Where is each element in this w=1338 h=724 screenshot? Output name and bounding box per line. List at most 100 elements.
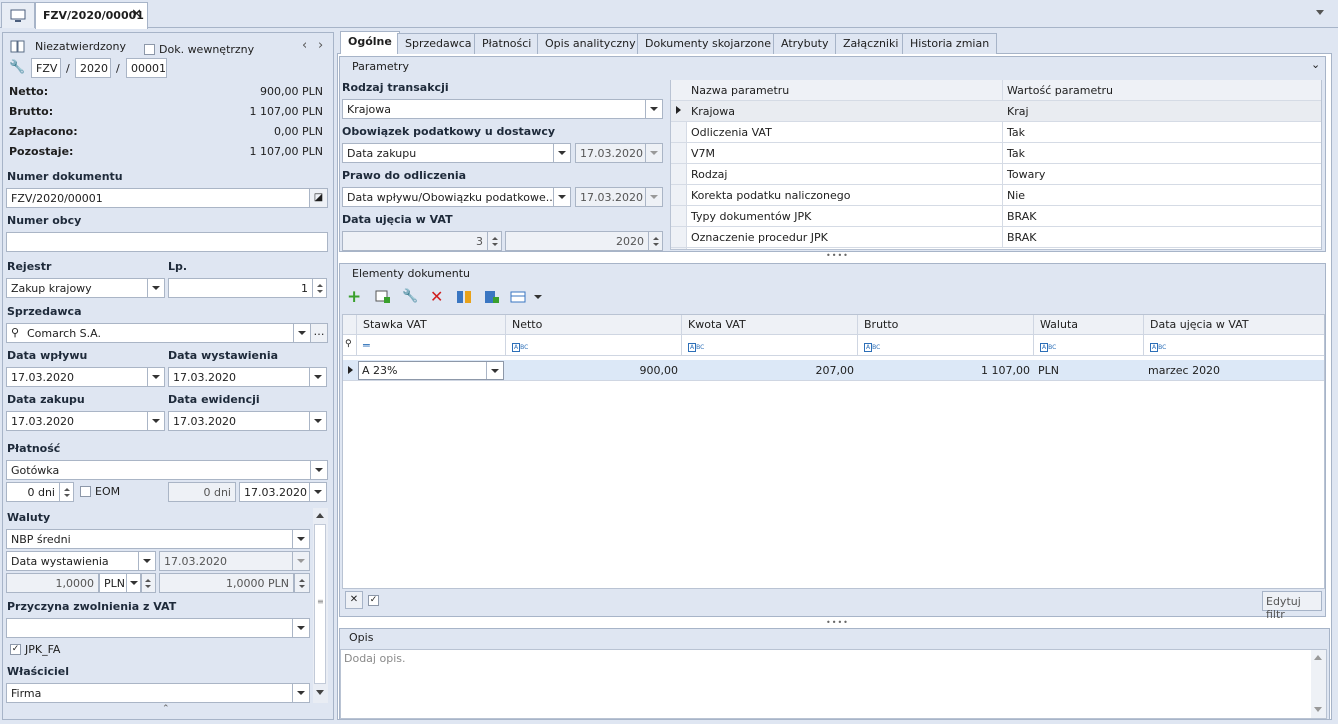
scroll-up-arrow-icon[interactable]: [316, 513, 324, 518]
table-row[interactable]: Krajowa Kraj: [671, 101, 1321, 122]
chevron-down-icon[interactable]: [553, 188, 570, 206]
delete-icon[interactable]: ✕: [430, 287, 443, 306]
import-icon[interactable]: [484, 290, 500, 304]
splitter-handle[interactable]: ••••: [826, 251, 849, 260]
table-row[interactable]: V7M Tak: [671, 143, 1321, 164]
col-vat-date[interactable]: Data ujęcia w VAT: [1144, 315, 1324, 335]
col-vat-rate[interactable]: Stawka VAT: [357, 315, 506, 335]
jpk-checkbox[interactable]: ✓: [10, 644, 21, 655]
chevron-down-icon[interactable]: [292, 684, 309, 702]
desc-scrollbar[interactable]: [1311, 650, 1326, 718]
record-date-input[interactable]: 17.03.2020: [168, 411, 327, 431]
doc-prefix-field[interactable]: FZV: [31, 58, 61, 78]
scroll-down-arrow-icon[interactable]: [1314, 707, 1322, 712]
next-doc-button[interactable]: ›: [318, 38, 323, 53]
chevron-down-icon[interactable]: [553, 144, 570, 162]
chevron-down-icon[interactable]: [147, 279, 164, 297]
edit-wrench-icon[interactable]: 🔧: [402, 289, 418, 304]
deduct-select[interactable]: Data wpływu/Obowiązku podatkowe...: [342, 187, 571, 207]
doc-year-field[interactable]: 2020: [75, 58, 111, 78]
payment-select[interactable]: Gotówka: [6, 460, 328, 480]
chevron-down-icon[interactable]: [292, 530, 309, 548]
chevron-down-icon[interactable]: [486, 362, 503, 379]
desc-textarea[interactable]: Dodaj opis.: [340, 649, 1327, 719]
tab-dokumenty-skojarzone[interactable]: Dokumenty skojarzone: [637, 33, 779, 54]
chevron-down-icon[interactable]: [126, 574, 140, 592]
splitter-handle[interactable]: ••••: [826, 618, 849, 627]
internal-doc-checkbox[interactable]: [144, 44, 155, 55]
doc-number-input[interactable]: FZV/2020/00001 ◪: [6, 188, 328, 208]
issue-date-input[interactable]: 17.03.2020: [168, 367, 327, 387]
tax-duty-select[interactable]: Data zakupu: [342, 143, 571, 163]
owner-select[interactable]: Firma: [6, 683, 310, 703]
chevron-down-icon[interactable]: [292, 619, 309, 637]
col-netto[interactable]: Netto: [506, 315, 682, 335]
trans-type-select[interactable]: Krajowa: [342, 99, 663, 119]
tab-list-chevron-icon[interactable]: [1316, 10, 1324, 15]
col-vat-amount[interactable]: Kwota VAT: [682, 315, 858, 335]
filter-enabled-checkbox[interactable]: ✓: [368, 595, 379, 606]
filter-text-icon[interactable]: A BC: [1034, 335, 1144, 356]
columns-icon[interactable]: [510, 290, 528, 304]
chevron-down-icon[interactable]: [310, 461, 327, 479]
foreign-number-input[interactable]: [6, 232, 328, 252]
prev-doc-button[interactable]: ‹: [302, 38, 307, 53]
add-from-list-icon[interactable]: [375, 290, 391, 304]
collapse-handle-icon[interactable]: ⌃: [162, 704, 170, 714]
filter-text-icon[interactable]: A BC: [1144, 335, 1324, 356]
close-icon[interactable]: ✕: [131, 7, 142, 22]
wrench-icon[interactable]: 🔧: [9, 60, 25, 75]
eom-checkbox[interactable]: [80, 486, 91, 497]
add-icon[interactable]: +: [347, 287, 361, 307]
tab-zalaczniki[interactable]: Załączniki: [835, 33, 907, 54]
seller-select[interactable]: ⚲ Comarch S.A.: [6, 323, 311, 343]
lp-stepper[interactable]: [312, 279, 326, 297]
scroll-down-arrow-icon[interactable]: [316, 690, 324, 695]
register-select[interactable]: Zakup krajowy: [6, 278, 165, 298]
filter-text-icon[interactable]: A BC: [506, 335, 682, 356]
rate-date-type-select[interactable]: Data wystawienia: [6, 551, 156, 571]
transfer-icon[interactable]: [456, 290, 472, 304]
scroll-up-arrow-icon[interactable]: [1314, 655, 1322, 660]
rate-type-select[interactable]: NBP średni: [6, 529, 310, 549]
table-row[interactable]: Odliczenia VAT Tak: [671, 122, 1321, 143]
lp-input[interactable]: 1: [168, 278, 327, 298]
chevron-down-icon[interactable]: [147, 412, 164, 430]
clear-filter-button[interactable]: ✕: [345, 591, 363, 609]
tab-sprzedawca[interactable]: Sprzedawca: [397, 33, 480, 54]
eraser-icon[interactable]: ◪: [309, 189, 327, 207]
tab-atrybuty[interactable]: Atrybuty: [773, 33, 837, 54]
currency-select[interactable]: PLN: [99, 573, 141, 593]
tab-platnosci[interactable]: Płatności: [474, 33, 540, 54]
chevron-down-icon[interactable]: [147, 368, 164, 386]
chevron-down-icon[interactable]: [309, 483, 326, 501]
tab-historia-zmian[interactable]: Historia zmian: [902, 33, 998, 54]
chevron-down-icon[interactable]: [645, 100, 662, 118]
scroll-thumb[interactable]: ≡: [314, 524, 326, 684]
filter-equals-icon[interactable]: ═: [357, 335, 506, 356]
edit-filter-button[interactable]: Edytuj filtr: [1262, 591, 1322, 621]
table-row[interactable]: Korekta podatku naliczonego Nie: [671, 185, 1321, 206]
table-row[interactable]: Typy dokumentów JPK BRAK: [671, 206, 1321, 227]
columns-dropdown-chevron-icon[interactable]: [534, 295, 542, 299]
due-date-input[interactable]: 17.03.2020: [239, 482, 327, 502]
vat-exempt-select[interactable]: [6, 618, 310, 638]
chevron-down-icon[interactable]: [309, 368, 326, 386]
params-collapse-chevron-icon[interactable]: ⌄: [1311, 58, 1320, 71]
days-stepper[interactable]: [59, 483, 73, 501]
filter-text-icon[interactable]: A BC: [682, 335, 858, 356]
table-row[interactable]: Oznaczenie procedur JPK BRAK: [671, 227, 1321, 248]
chevron-down-icon[interactable]: [309, 412, 326, 430]
doc-number-field[interactable]: 00001: [126, 58, 167, 78]
table-row[interactable]: Rodzaj Towary: [671, 164, 1321, 185]
document-tab[interactable]: FZV/2020/00001 ✕: [35, 2, 148, 29]
days-input[interactable]: 0 dni: [6, 482, 74, 502]
tab-opis-analityczny[interactable]: Opis analityczny: [537, 33, 644, 54]
receipt-date-input[interactable]: 17.03.2020: [6, 367, 165, 387]
purchase-date-input[interactable]: 17.03.2020: [6, 411, 165, 431]
chevron-down-icon[interactable]: [293, 324, 310, 342]
vat-rate-cell[interactable]: A 23%: [358, 361, 504, 380]
filter-text-icon[interactable]: A BC: [858, 335, 1034, 356]
filter-row[interactable]: ⚲ ═ A BC A BC A BC A BC A BC: [343, 335, 1324, 356]
col-currency[interactable]: Waluta: [1034, 315, 1144, 335]
